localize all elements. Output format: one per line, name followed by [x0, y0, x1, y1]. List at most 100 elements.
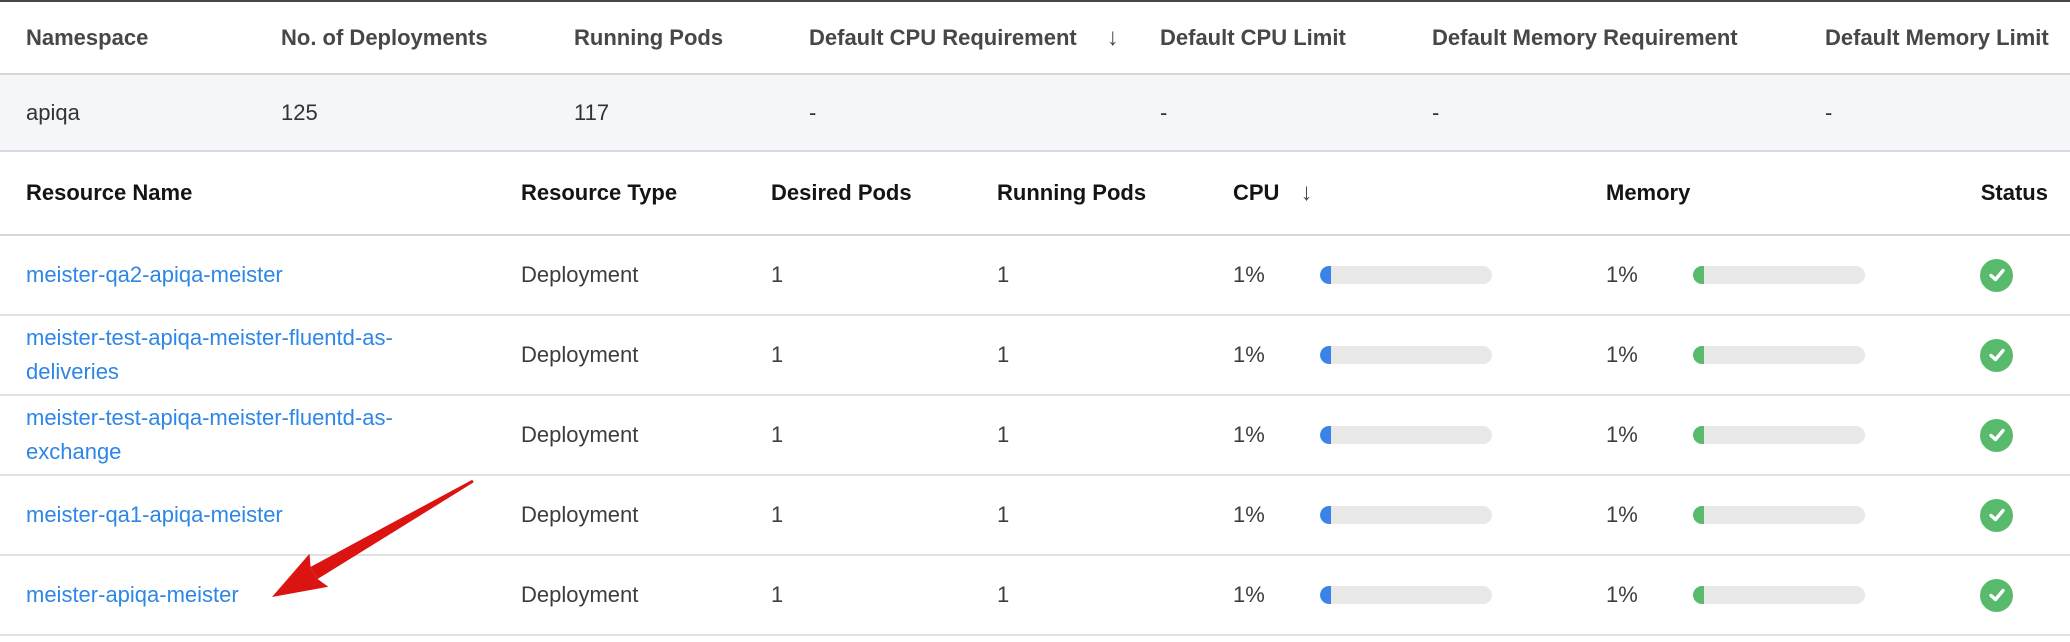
namespace-table: Namespace No. of Deployments Running Pod… — [0, 2, 2070, 152]
resource-type-value: Deployment — [521, 342, 771, 368]
col-header-namespace[interactable]: Namespace — [0, 25, 281, 51]
default-memory-requirement-value: - — [1432, 100, 1825, 126]
cpu-usage-bar-fill — [1320, 426, 1331, 444]
memory-usage-bar-fill — [1693, 426, 1704, 444]
status-cell — [1980, 339, 2070, 372]
table-row: meister-test-apiqa-meister-fluentd-as-de… — [0, 316, 2070, 396]
memory-usage-bar-fill — [1693, 266, 1704, 284]
desired-pods-value: 1 — [771, 422, 997, 448]
cpu-cell: 1% — [1233, 502, 1606, 528]
col-header-memory-limit[interactable]: Default Memory Limit — [1825, 25, 2070, 51]
cpu-usage-bar — [1320, 586, 1492, 604]
cpu-percent-value: 1% — [1233, 502, 1320, 528]
memory-cell: 1% — [1606, 342, 1980, 368]
col-header-deployments[interactable]: No. of Deployments — [281, 25, 574, 51]
running-pods-value: 1 — [997, 262, 1233, 288]
col-header-running-pods[interactable]: Running Pods — [574, 25, 809, 51]
resource-name-link[interactable]: meister-apiqa-meister — [26, 578, 239, 612]
namespace-detail-page: Namespace No. of Deployments Running Pod… — [0, 0, 2070, 642]
status-cell — [1980, 419, 2070, 452]
col-header-memory-requirement[interactable]: Default Memory Requirement — [1432, 25, 1825, 51]
resource-name-cell: meister-test-apiqa-meister-fluentd-as-ex… — [0, 401, 521, 469]
memory-usage-bar — [1693, 506, 1865, 524]
desired-pods-value: 1 — [771, 342, 997, 368]
cpu-usage-bar — [1320, 506, 1492, 524]
resource-name-link[interactable]: meister-qa1-apiqa-meister — [26, 498, 283, 532]
status-cell — [1980, 259, 2070, 292]
resource-name-cell: meister-test-apiqa-meister-fluentd-as-de… — [0, 321, 521, 389]
namespace-value: apiqa — [0, 100, 281, 126]
cpu-usage-bar — [1320, 426, 1492, 444]
resource-name-link[interactable]: meister-qa2-apiqa-meister — [26, 258, 283, 292]
resource-table-header: Resource Name Resource Type Desired Pods… — [0, 152, 2070, 236]
cpu-cell: 1% — [1233, 422, 1606, 448]
col-header-running-pods[interactable]: Running Pods — [997, 180, 1233, 206]
resource-type-value: Deployment — [521, 262, 771, 288]
memory-cell: 1% — [1606, 502, 1980, 528]
col-header-cpu-label: CPU — [1233, 180, 1279, 206]
cpu-percent-value: 1% — [1233, 582, 1320, 608]
desired-pods-value: 1 — [771, 582, 997, 608]
resource-type-value: Deployment — [521, 582, 771, 608]
status-ok-icon — [1980, 499, 2013, 532]
cpu-cell: 1% — [1233, 582, 1606, 608]
memory-percent-value: 1% — [1606, 262, 1693, 288]
sort-descending-icon: ↓ — [1300, 181, 1312, 205]
cpu-usage-bar-fill — [1320, 586, 1331, 604]
memory-usage-bar-fill — [1693, 506, 1704, 524]
cpu-percent-value: 1% — [1233, 422, 1320, 448]
resource-name-cell: meister-qa1-apiqa-meister — [0, 498, 521, 532]
namespace-row-apiqa: apiqa 125 117 - - - - — [0, 75, 2070, 152]
resource-table: Resource Name Resource Type Desired Pods… — [0, 152, 2070, 636]
status-ok-icon — [1980, 579, 2013, 612]
status-cell — [1980, 579, 2070, 612]
memory-percent-value: 1% — [1606, 422, 1693, 448]
cpu-percent-value: 1% — [1233, 262, 1320, 288]
cpu-usage-bar-fill — [1320, 506, 1331, 524]
resource-name-cell: meister-apiqa-meister — [0, 578, 521, 612]
desired-pods-value: 1 — [771, 502, 997, 528]
memory-cell: 1% — [1606, 422, 1980, 448]
col-header-desired-pods[interactable]: Desired Pods — [771, 180, 997, 206]
cpu-usage-bar — [1320, 266, 1492, 284]
resource-type-value: Deployment — [521, 422, 771, 448]
sort-descending-icon: ↓ — [1107, 26, 1119, 50]
default-cpu-requirement-value: - — [809, 100, 1160, 126]
memory-percent-value: 1% — [1606, 582, 1693, 608]
default-cpu-limit-value: - — [1160, 100, 1432, 126]
table-row: meister-apiqa-meister Deployment 1 1 1% … — [0, 556, 2070, 636]
memory-usage-bar — [1693, 586, 1865, 604]
col-header-resource-name[interactable]: Resource Name — [0, 180, 521, 206]
memory-percent-value: 1% — [1606, 502, 1693, 528]
memory-usage-bar-fill — [1693, 586, 1704, 604]
running-pods-count: 117 — [574, 100, 809, 126]
status-ok-icon — [1980, 339, 2013, 372]
status-ok-icon — [1980, 419, 2013, 452]
deployments-count: 125 — [281, 100, 574, 126]
running-pods-value: 1 — [997, 502, 1233, 528]
table-row: meister-qa1-apiqa-meister Deployment 1 1… — [0, 476, 2070, 556]
status-cell — [1980, 499, 2070, 532]
memory-percent-value: 1% — [1606, 342, 1693, 368]
resource-type-value: Deployment — [521, 502, 771, 528]
memory-usage-bar-fill — [1693, 346, 1704, 364]
col-header-cpu[interactable]: CPU ↓ — [1233, 180, 1606, 206]
resource-name-link[interactable]: meister-test-apiqa-meister-fluentd-as-de… — [26, 321, 446, 389]
col-header-cpu-requirement[interactable]: Default CPU Requirement ↓ — [809, 25, 1160, 51]
col-header-memory[interactable]: Memory — [1606, 180, 1980, 206]
cpu-usage-bar-fill — [1320, 346, 1331, 364]
col-header-status[interactable]: Status — [1980, 180, 2070, 206]
table-row: meister-qa2-apiqa-meister Deployment 1 1… — [0, 236, 2070, 316]
memory-cell: 1% — [1606, 582, 1980, 608]
running-pods-value: 1 — [997, 422, 1233, 448]
table-row: meister-test-apiqa-meister-fluentd-as-ex… — [0, 396, 2070, 476]
cpu-cell: 1% — [1233, 342, 1606, 368]
col-header-resource-type[interactable]: Resource Type — [521, 180, 771, 206]
cpu-usage-bar — [1320, 346, 1492, 364]
col-header-cpu-requirement-label: Default CPU Requirement — [809, 25, 1077, 51]
col-header-cpu-limit[interactable]: Default CPU Limit — [1160, 25, 1432, 51]
status-ok-icon — [1980, 259, 2013, 292]
resource-name-cell: meister-qa2-apiqa-meister — [0, 258, 521, 292]
resource-name-link[interactable]: meister-test-apiqa-meister-fluentd-as-ex… — [26, 401, 446, 469]
memory-cell: 1% — [1606, 262, 1980, 288]
